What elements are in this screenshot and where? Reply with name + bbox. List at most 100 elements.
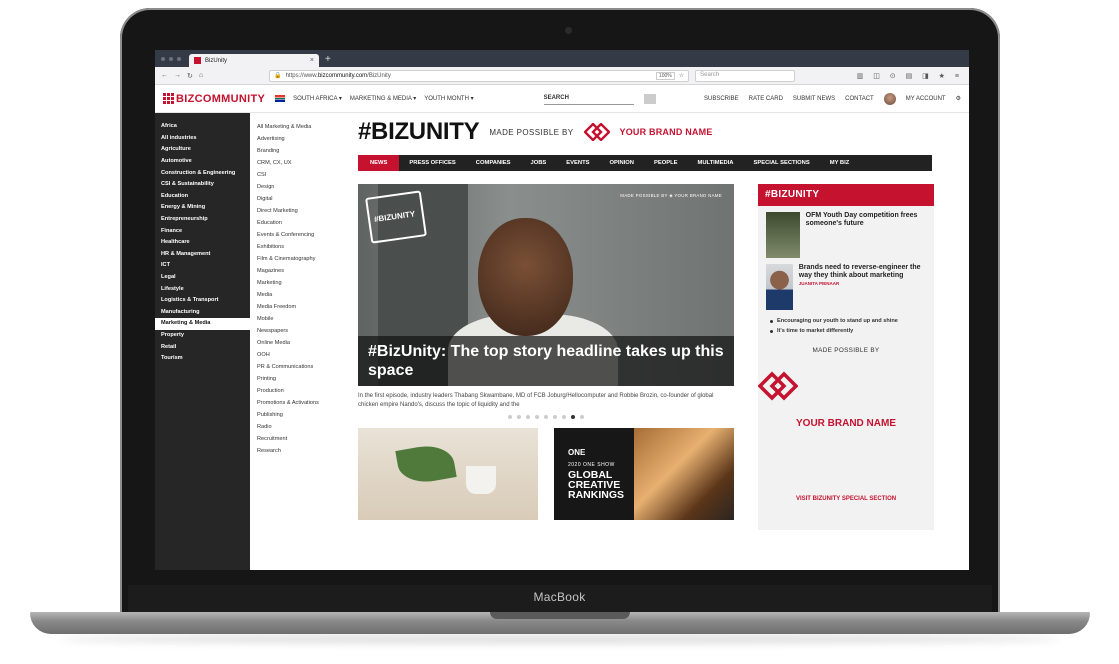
industry-menu-item[interactable]: Legal: [155, 272, 250, 284]
hero-headline[interactable]: #BizUnity: The top story headline takes …: [358, 336, 734, 386]
section-menu-item[interactable]: PRESS OFFICES: [399, 155, 465, 171]
section-menu-item[interactable]: JOBS: [520, 155, 556, 171]
industry-menu-item[interactable]: All industries: [155, 133, 250, 145]
industry-menu-item[interactable]: Education: [155, 191, 250, 203]
pager-dot[interactable]: [544, 415, 548, 419]
industry-menu-item[interactable]: ICT: [155, 260, 250, 272]
submenu-item[interactable]: Promotions & Activations: [257, 397, 350, 409]
thumbnail-plant[interactable]: [358, 428, 538, 520]
section-menu-item[interactable]: EVENTS: [556, 155, 599, 171]
gear-icon[interactable]: ⚙: [956, 95, 961, 102]
industry-menu-item[interactable]: Africa: [155, 121, 250, 133]
submenu-item[interactable]: Advertising: [257, 133, 350, 145]
submenu-item[interactable]: Film & Cinematography: [257, 253, 350, 265]
submenu-item[interactable]: Radio: [257, 421, 350, 433]
industry-menu-item[interactable]: Energy & Mining: [155, 202, 250, 214]
site-search-input[interactable]: SEARCH: [543, 93, 634, 105]
hero-story[interactable]: #BIZUNITY MADE POSSIBLE BY ◈ YOUR BRAND …: [358, 184, 734, 386]
submenu-item[interactable]: All Marketing & Media: [257, 121, 350, 133]
pager-dot[interactable]: [526, 415, 530, 419]
submenu-item[interactable]: Online Media: [257, 337, 350, 349]
pager-dot[interactable]: [508, 415, 512, 419]
pager-dot[interactable]: [553, 415, 557, 419]
section-menu-item[interactable]: MULTIMEDIA: [688, 155, 744, 171]
industry-menu-item[interactable]: CSI & Sustainability: [155, 179, 250, 191]
section-menu-item[interactable]: OPINION: [599, 155, 643, 171]
sidebar-story[interactable]: Brands need to reverse-engineer the way …: [758, 258, 934, 310]
thumbnail-rankings[interactable]: ONE 2020 ONE SHOW GLOBAL CREATIVE RANKINGS: [554, 428, 734, 520]
industry-menu-item[interactable]: Logistics & Transport: [155, 295, 250, 307]
submenu-item[interactable]: CRM, CX, UX: [257, 157, 350, 169]
industry-menu-item[interactable]: Marketing & Media: [155, 318, 250, 330]
industry-menu-item[interactable]: Property: [155, 330, 250, 342]
visit-special-section-link[interactable]: VISIT BIZUNITY SPECIAL SECTION: [758, 496, 934, 502]
submenu-item[interactable]: Education: [257, 217, 350, 229]
submenu-item[interactable]: Printing: [257, 373, 350, 385]
submenu-item[interactable]: Marketing: [257, 277, 350, 289]
submenu-item[interactable]: Design: [257, 181, 350, 193]
pager-dot[interactable]: [580, 415, 584, 419]
search-button[interactable]: [643, 93, 656, 104]
industry-menu-item[interactable]: Healthcare: [155, 237, 250, 249]
section-menu-item[interactable]: COMPANIES: [466, 155, 521, 171]
new-tab-icon[interactable]: +: [325, 54, 331, 65]
section-menu-item[interactable]: SPECIAL SECTIONS: [743, 155, 819, 171]
story-title[interactable]: OFM Youth Day competition frees someone'…: [806, 212, 926, 258]
industry-menu-item[interactable]: HR & Management: [155, 249, 250, 261]
my-account-link[interactable]: MY ACCOUNT: [906, 96, 946, 102]
avatar[interactable]: [883, 92, 896, 105]
submenu-item[interactable]: Media: [257, 289, 350, 301]
industry-menu-item[interactable]: Lifestyle: [155, 283, 250, 295]
bullet-link[interactable]: It's time to market differently: [770, 328, 924, 335]
submenu-item[interactable]: Production: [257, 385, 350, 397]
window-controls[interactable]: [161, 57, 181, 61]
submenu-item[interactable]: CSI: [257, 169, 350, 181]
submenu-item[interactable]: Branding: [257, 145, 350, 157]
nav-marketing-media[interactable]: MARKETING & MEDIA ▾: [350, 95, 416, 102]
subscribe-link[interactable]: SUBSCRIBE: [704, 96, 739, 102]
pager-dot[interactable]: [562, 415, 566, 419]
story-title[interactable]: Brands need to reverse-engineer the way …: [799, 264, 926, 280]
bookmark-icon[interactable]: ☆: [679, 72, 684, 79]
forward-icon[interactable]: →: [174, 72, 181, 79]
submenu-item[interactable]: Newspapers: [257, 325, 350, 337]
submenu-item[interactable]: Digital: [257, 193, 350, 205]
submenu-item[interactable]: Recruitment: [257, 433, 350, 445]
toolbar-icons[interactable]: ▥ ◫ ⊙ ▤ ◨ ★ ≡: [857, 72, 963, 80]
submenu-item[interactable]: Exhibitions: [257, 241, 350, 253]
pager-dot[interactable]: [517, 415, 521, 419]
back-icon[interactable]: ←: [161, 72, 168, 79]
industry-menu-item[interactable]: Construction & Engineering: [155, 167, 250, 179]
submenu-item[interactable]: PR & Communications: [257, 361, 350, 373]
submenu-item[interactable]: Mobile: [257, 313, 350, 325]
section-menu-item[interactable]: MY BIZ: [820, 155, 860, 171]
submit-news-link[interactable]: SUBMIT NEWS: [793, 96, 835, 102]
industry-menu-item[interactable]: Tourism: [155, 353, 250, 365]
close-icon[interactable]: ×: [310, 57, 314, 64]
region-dropdown[interactable]: SOUTH AFRICA ▾: [293, 95, 342, 102]
contact-link[interactable]: CONTACT: [845, 96, 874, 102]
nav-youth-month[interactable]: YOUTH MONTH ▾: [424, 95, 473, 102]
zoom-level[interactable]: 100%: [655, 71, 675, 80]
submenu-item[interactable]: Publishing: [257, 409, 350, 421]
industry-menu-item[interactable]: Agriculture: [155, 144, 250, 156]
reload-icon[interactable]: ↻: [187, 72, 193, 80]
submenu-item[interactable]: Media Freedom: [257, 301, 350, 313]
sidebar-story[interactable]: OFM Youth Day competition frees someone'…: [758, 206, 934, 258]
section-menu-item[interactable]: PEOPLE: [644, 155, 688, 171]
section-menu-item[interactable]: NEWS: [358, 155, 400, 171]
industry-menu-item[interactable]: Manufacturing: [155, 307, 250, 319]
submenu-item[interactable]: Events & Conferencing: [257, 229, 350, 241]
browser-tab[interactable]: BizUnity ×: [189, 54, 319, 67]
pager-dot[interactable]: [535, 415, 539, 419]
industry-menu-item[interactable]: Automotive: [155, 156, 250, 168]
submenu-item[interactable]: Research: [257, 445, 350, 457]
url-bar[interactable]: 🔒 https://www.bizcommunity.com/BizUnity …: [269, 69, 690, 82]
home-icon[interactable]: ⌂: [199, 72, 203, 79]
industry-menu-item[interactable]: Finance: [155, 225, 250, 237]
site-logo[interactable]: BIZCOMMUNITY: [163, 93, 265, 105]
industry-menu-item[interactable]: Retail: [155, 341, 250, 353]
submenu-item[interactable]: OOH: [257, 349, 350, 361]
browser-search-input[interactable]: Search: [695, 69, 796, 82]
bullet-link[interactable]: Encouraging our youth to stand up and sh…: [770, 318, 924, 325]
